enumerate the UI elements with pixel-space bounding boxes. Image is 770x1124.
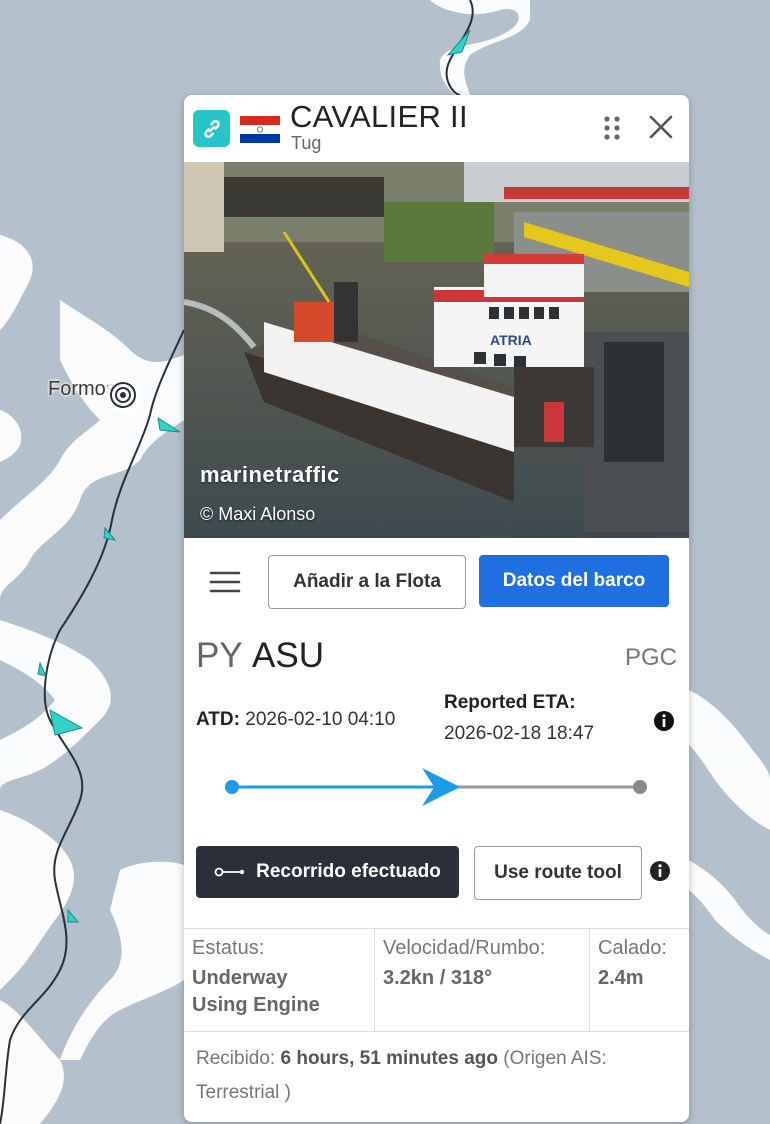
past-track-label: Recorrido efectuado (256, 861, 441, 882)
voyage-times: ATD: 2026-02-10 04:10 Reported ETA: 2026… (184, 691, 689, 761)
photo-brand-watermark: marinetraffic (200, 462, 340, 487)
status-stat: Estatus: Underway Using Engine (184, 929, 375, 1031)
received-info: Recibido: 6 hours, 51 minutes ago (Orige… (196, 1042, 681, 1110)
atd-label: ATD: (196, 709, 240, 730)
received-value: 6 hours, 51 minutes ago (280, 1048, 499, 1069)
draught-label: Calado: (598, 937, 667, 959)
vessel-photo[interactable]: ATRIA marinetraffic © Maxi Alonso (184, 162, 689, 538)
panel-header: CAVALIER II Tug (184, 95, 689, 162)
link-button[interactable] (193, 110, 230, 147)
vessel-name: CAVALIER II (290, 99, 468, 134)
origin-port[interactable]: ASU (252, 636, 324, 676)
destination-port[interactable]: PGC (625, 644, 677, 672)
atd-value: 2026-02-10 04:10 (245, 709, 396, 730)
link-icon (203, 119, 220, 138)
menu-icon[interactable] (208, 570, 242, 594)
photo-credit: © Maxi Alonso (200, 504, 316, 524)
drag-handle-icon[interactable] (601, 113, 623, 143)
port-row: PY ASU PGC (184, 626, 689, 696)
eta-value: 2026-02-18 18:47 (444, 723, 595, 744)
track-icon (214, 867, 245, 877)
vessel-stats: Estatus: Underway Using Engine Velocidad… (184, 928, 689, 1032)
speed-label: Velocidad/Rumbo: (383, 937, 546, 959)
past-track-button[interactable]: Recorrido efectuado (196, 846, 459, 898)
vessel-details-button[interactable]: Datos del barco (479, 555, 669, 607)
route-row: Recorrido efectuado Use route tool (184, 840, 689, 904)
atd: ATD: 2026-02-10 04:10 (196, 709, 395, 731)
status-value: Underway Using Engine (192, 967, 320, 1016)
paraguay-flag-icon (240, 116, 280, 143)
draught-value: 2.4m (598, 967, 644, 989)
eta-info-icon[interactable] (652, 709, 676, 733)
vessel-info-panel: CAVALIER II Tug ATRIA marinetraffic © Ma… (184, 95, 689, 1122)
origin-country: PY (196, 636, 243, 675)
received-label: Recibido: (196, 1048, 276, 1069)
status-label: Estatus: (192, 937, 265, 959)
speed-stat: Velocidad/Rumbo: 3.2kn / 318° (375, 929, 590, 1031)
close-icon[interactable] (646, 112, 676, 142)
port-marker-icon[interactable] (104, 376, 142, 414)
voyage-progress-bar (225, 768, 647, 806)
origin-dot (225, 780, 239, 794)
add-to-fleet-button[interactable]: Añadir a la Flota (268, 555, 466, 609)
route-tool-button[interactable]: Use route tool (474, 846, 642, 900)
draught-stat: Calado: 2.4m (590, 929, 689, 1031)
destination-dot (633, 780, 647, 794)
ship-hull-label: ATRIA (490, 332, 532, 348)
speed-value: 3.2kn / 318° (383, 967, 493, 989)
eta-label: Reported ETA: (444, 692, 576, 713)
route-info-icon[interactable] (648, 859, 672, 883)
action-bar: Añadir a la Flota Datos del barco (184, 538, 689, 626)
vessel-type: Tug (291, 133, 322, 153)
